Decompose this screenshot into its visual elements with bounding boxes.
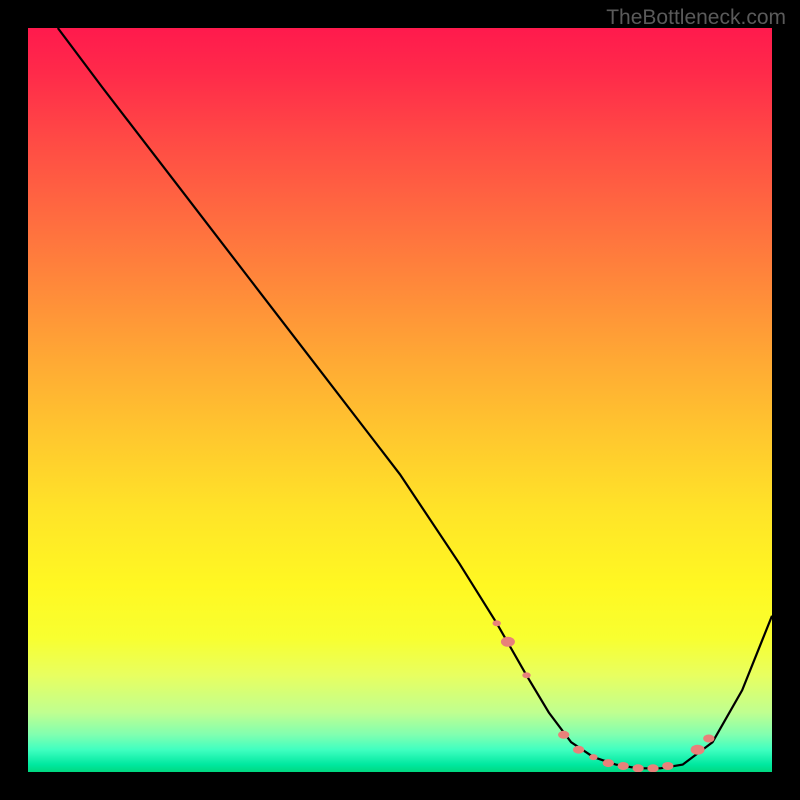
marker-point xyxy=(493,620,501,626)
marker-point xyxy=(522,672,530,678)
marker-point xyxy=(662,762,673,770)
marker-point xyxy=(703,735,714,743)
curve-line xyxy=(58,28,772,768)
marker-point xyxy=(558,731,569,739)
marker-point xyxy=(647,764,658,772)
marker-point xyxy=(603,759,614,767)
marker-point xyxy=(573,746,584,754)
marker-point xyxy=(501,637,515,647)
watermark-text: TheBottleneck.com xyxy=(606,6,786,30)
marker-point xyxy=(589,754,597,760)
chart-plot-area xyxy=(28,28,772,772)
marker-point xyxy=(618,762,629,770)
marker-point xyxy=(691,745,705,755)
highlight-markers xyxy=(493,620,715,772)
marker-point xyxy=(633,764,644,772)
bottleneck-curve xyxy=(28,28,772,772)
